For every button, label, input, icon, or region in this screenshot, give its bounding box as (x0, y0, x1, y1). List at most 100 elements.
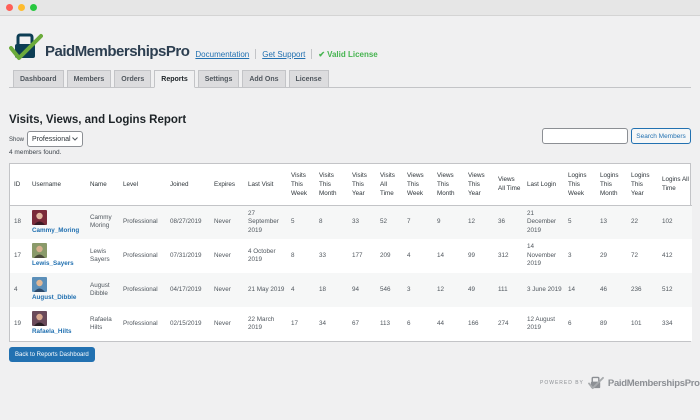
column-header: Last Visit (244, 164, 287, 206)
table-cell: 04/17/2019 (166, 273, 210, 307)
table-cell: 19 (10, 307, 28, 341)
table-cell: 101 (627, 307, 658, 341)
table-cell: 3 (403, 273, 433, 307)
table-cell: 46 (596, 273, 627, 307)
table-cell: 36 (494, 205, 523, 239)
table-row: 18 Cammy_Moring Cammy Moring Professiona… (10, 205, 692, 239)
table-cell: 7 (403, 205, 433, 239)
table-cell: 94 (348, 273, 376, 307)
column-header: Visits This Year (348, 164, 376, 206)
table-cell: Rafaela_Hilts (28, 307, 86, 341)
table-cell: 18 (10, 205, 28, 239)
column-header: Views This Year (464, 164, 494, 206)
table-cell: 17 (287, 307, 315, 341)
table-cell: 8 (287, 239, 315, 273)
checkmark-icon: ✔ (318, 49, 326, 59)
table-cell: 5 (564, 205, 596, 239)
table-row: 4 August_Dibble August Dibble Profession… (10, 273, 692, 307)
table-cell: 49 (464, 273, 494, 307)
table-cell: Never (210, 239, 244, 273)
table-cell: 3 June 2019 (523, 273, 564, 307)
table-cell: 166 (464, 307, 494, 341)
footer-logo-wordmark: PaidMembershipsPro (607, 377, 700, 389)
brand-links: Documentation Get Support ✔ Valid Licens… (195, 49, 378, 59)
search-members-button[interactable]: Search Members (631, 128, 691, 144)
powered-by-label: POWERED BY (540, 380, 584, 386)
tab-license[interactable]: License (288, 70, 329, 88)
column-header: Views This Month (433, 164, 464, 206)
pmpro-logo: PaidMembershipsPro (9, 32, 190, 62)
table-cell: Professional (119, 273, 166, 307)
tab-dashboard[interactable]: Dashboard (13, 70, 64, 88)
column-header: Joined (166, 164, 210, 206)
logo-paid: Paid (45, 43, 75, 60)
window-titlebar (0, 0, 700, 16)
table-cell: 3 (564, 239, 596, 273)
table-cell: 209 (376, 239, 403, 273)
tab-members[interactable]: Members (66, 70, 112, 88)
get-support-link[interactable]: Get Support (262, 50, 305, 59)
table-cell: 6 (403, 307, 433, 341)
table-cell: 512 (658, 273, 692, 307)
table-cell: 52 (376, 205, 403, 239)
table-cell: 8 (315, 205, 348, 239)
table-cell: Never (210, 273, 244, 307)
table-cell: 29 (596, 239, 627, 273)
table-cell: 111 (494, 273, 523, 307)
table-cell: 12 August 2019 (523, 307, 564, 341)
level-select-value: Professional (32, 135, 71, 143)
table-cell: 6 (564, 307, 596, 341)
tab-reports[interactable]: Reports (154, 70, 195, 88)
logo-wordmark: PaidMembershipsPro (45, 43, 190, 60)
username-link[interactable]: August_Dibble (32, 294, 84, 303)
table-cell: 274 (494, 307, 523, 341)
table-cell: 13 (596, 205, 627, 239)
column-header: ID (10, 164, 28, 206)
chevron-down-icon (72, 137, 78, 141)
level-select[interactable]: Professional (27, 131, 84, 147)
table-cell: 02/15/2019 (166, 307, 210, 341)
table-cell: 21 May 2019 (244, 273, 287, 307)
close-window-dot[interactable] (6, 4, 13, 11)
page-title: Visits, Views, and Logins Report (9, 114, 187, 126)
user-cell: August_Dibble (32, 277, 84, 303)
table-cell: 33 (348, 205, 376, 239)
logo-pro: Pro (165, 43, 190, 60)
table-cell: 4 (10, 273, 28, 307)
table-cell: 17 (10, 239, 28, 273)
browser-window: PaidMembershipsPro Documentation Get Sup… (0, 0, 700, 420)
search-members-input[interactable] (542, 128, 628, 144)
table-cell: 4 (287, 273, 315, 307)
valid-license-status: ✔ Valid License (318, 50, 377, 59)
column-header: Level (119, 164, 166, 206)
avatar (32, 277, 47, 293)
username-link[interactable]: Rafaela_Hilts (32, 328, 84, 337)
username-link[interactable]: Lewis_Sayers (32, 260, 84, 269)
table-cell: 312 (494, 239, 523, 273)
members-found-count: 4 members found. (9, 149, 62, 156)
table-cell: 22 (627, 205, 658, 239)
table-cell: 113 (376, 307, 403, 341)
column-header: Visits This Month (315, 164, 348, 206)
maximize-window-dot[interactable] (30, 4, 37, 11)
table-cell: 33 (315, 239, 348, 273)
table-cell: Lewis Sayers (86, 239, 119, 273)
tab-settings[interactable]: Settings (197, 70, 240, 88)
back-to-reports-button[interactable]: Back to Reports Dashboard (9, 347, 95, 362)
show-label: Show (9, 137, 25, 143)
column-header: Username (28, 164, 86, 206)
minimize-window-dot[interactable] (18, 4, 25, 11)
tab-orders[interactable]: Orders (114, 70, 152, 88)
nav-tabs: Dashboard Members Orders Reports Setting… (9, 70, 691, 88)
tab-add-ons[interactable]: Add Ons (242, 70, 286, 88)
documentation-link[interactable]: Documentation (195, 50, 249, 59)
table-cell: 546 (376, 273, 403, 307)
table-cell: 14 November 2019 (523, 239, 564, 273)
table-cell: 34 (315, 307, 348, 341)
username-link[interactable]: Cammy_Moring (32, 227, 84, 236)
table-cell: 236 (627, 273, 658, 307)
table-cell: 4 (403, 239, 433, 273)
column-header: Last Login (523, 164, 564, 206)
user-cell: Rafaela_Hilts (32, 311, 84, 337)
link-divider (311, 49, 313, 59)
